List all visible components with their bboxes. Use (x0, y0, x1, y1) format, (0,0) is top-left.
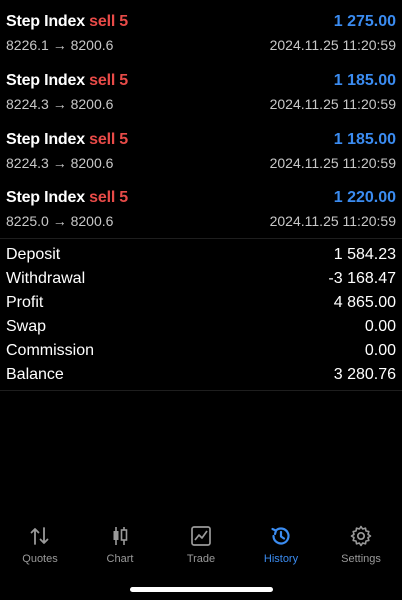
divider (0, 238, 402, 239)
tab-label: Settings (341, 553, 381, 565)
trade-prices: 8225.0 → 8200.6 (6, 213, 114, 229)
summary-profit: Profit 4 865.00 (0, 294, 402, 318)
summary-balance: Balance 3 280.76 (0, 366, 402, 390)
summary-value: 1 584.23 (333, 246, 396, 263)
trade-profit: 1 220.00 (333, 189, 396, 206)
trade-prices: 8224.3 → 8200.6 (6, 155, 114, 171)
summary-withdrawal: Withdrawal -3 168.47 (0, 270, 402, 294)
gear-icon (350, 525, 372, 547)
summary-value: 4 865.00 (333, 294, 396, 311)
trade-direction: sell 5 (89, 72, 129, 89)
trade-row[interactable]: Step Index sell 5 1 275.00 8226.1 → 8200… (0, 13, 402, 71)
tab-label: Trade (186, 553, 216, 565)
trade-prices: 8224.3 → 8200.6 (6, 96, 114, 112)
summary-deposit: Deposit 1 584.23 (0, 246, 402, 270)
trade-symbol: Step Index (6, 72, 85, 89)
summary-label: Profit (6, 294, 44, 311)
trade-profit: 1 185.00 (333, 131, 396, 148)
summary-swap: Swap 0.00 (0, 318, 402, 342)
trade-symbol: Step Index (6, 13, 85, 30)
trade-time: 2024.11.25 11:20:59 (269, 213, 396, 229)
summary-value: 3 280.76 (333, 366, 396, 383)
home-indicator[interactable] (130, 587, 273, 592)
summary-label: Commission (6, 342, 95, 359)
summary-value: 0.00 (364, 342, 396, 359)
trade-profit: 1 185.00 (333, 72, 396, 89)
tab-settings[interactable]: Settings (321, 520, 401, 580)
tab-history[interactable]: History (241, 520, 321, 580)
tab-trade[interactable]: Trade (161, 520, 241, 580)
divider (0, 390, 402, 391)
tab-label: Chart (106, 553, 134, 565)
summary-label: Balance (6, 366, 64, 383)
trade-time: 2024.11.25 11:20:59 (269, 37, 396, 53)
trade-prices: 8226.1 → 8200.6 (6, 37, 114, 53)
summary-value: 0.00 (364, 318, 396, 335)
summary-label: Withdrawal (6, 270, 86, 287)
trade-time: 2024.11.25 11:20:59 (269, 96, 396, 112)
quotes-icon (30, 527, 49, 545)
candlestick-icon (113, 527, 128, 545)
summary-value: -3 168.47 (328, 270, 396, 287)
trade-row[interactable]: Step Index sell 5 1 185.00 8224.3 → 8200… (0, 72, 402, 130)
trade-symbol: Step Index (6, 131, 85, 148)
tab-label: History (263, 553, 299, 565)
trade-row[interactable]: Step Index sell 5 1 185.00 8224.3 → 8200… (0, 131, 402, 189)
trade-direction: sell 5 (89, 131, 129, 148)
trade-direction: sell 5 (89, 189, 129, 206)
tab-quotes[interactable]: Quotes (0, 520, 80, 580)
trade-chart-icon (191, 526, 211, 546)
tab-label: Quotes (22, 553, 58, 565)
summary-commission: Commission 0.00 (0, 342, 402, 366)
history-icon (271, 527, 290, 545)
trade-time: 2024.11.25 11:20:59 (269, 155, 396, 171)
tab-bar: Quotes Chart Trade History Settings (0, 520, 402, 580)
summary-label: Deposit (6, 246, 61, 263)
trade-symbol: Step Index (6, 189, 85, 206)
summary-label: Swap (6, 318, 47, 335)
tab-chart[interactable]: Chart (80, 520, 160, 580)
trade-direction: sell 5 (89, 13, 129, 30)
trade-profit: 1 275.00 (333, 13, 396, 30)
